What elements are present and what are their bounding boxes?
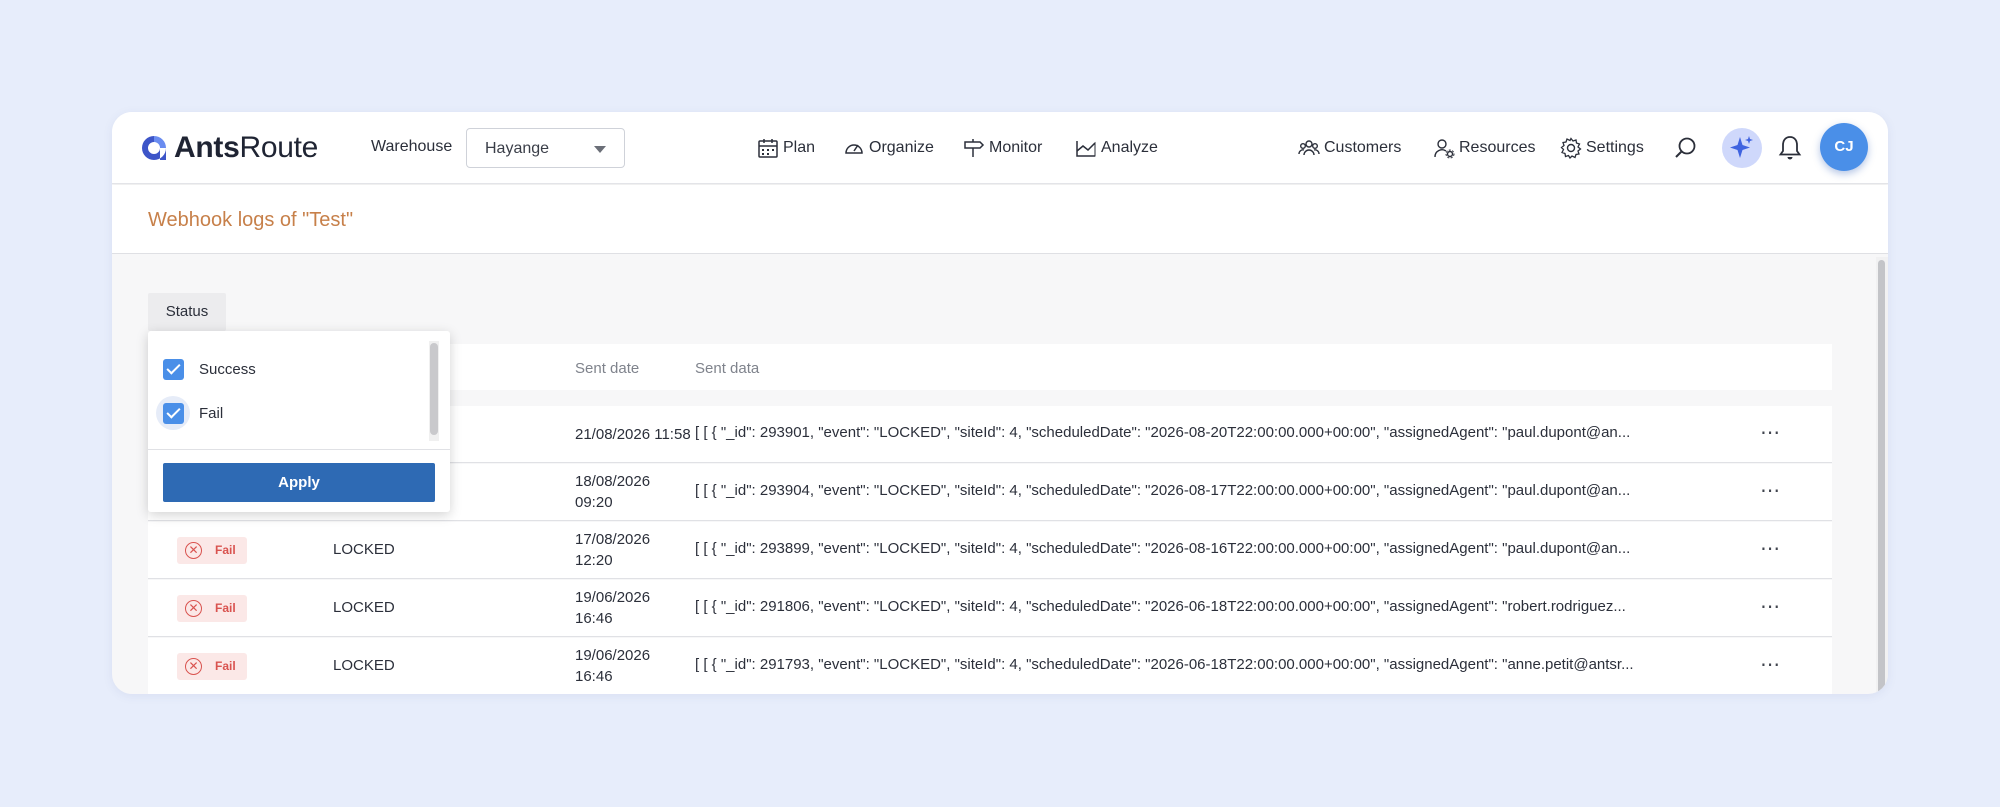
close-circle-icon: ✕ <box>185 542 202 559</box>
table-row[interactable]: ✕ Fail LOCKED 19/06/2026 16:46 [ [ { "_id… <box>148 580 1832 637</box>
status-badge-label: Fail <box>215 543 236 557</box>
antsroute-logo[interactable]: AntsRoute <box>138 130 318 166</box>
brand-name: AntsRoute <box>174 131 319 164</box>
top-navigation-bar: AntsRoute Warehouse Hayange Plan Organiz… <box>112 112 1888 184</box>
page-scrollbar[interactable] <box>1876 257 1888 694</box>
status-option-label: Success <box>199 360 256 378</box>
nav-plan[interactable]: Plan <box>757 134 815 162</box>
row-event: LOCKED <box>333 657 395 674</box>
chart-icon <box>1076 141 1096 157</box>
user-avatar[interactable]: CJ <box>1820 123 1868 171</box>
column-sent-data[interactable]: Sent data <box>695 360 759 377</box>
nav-organize-label: Organize <box>869 139 934 156</box>
status-badge-label: Fail <box>215 659 236 673</box>
search-icon <box>1675 137 1696 158</box>
row-sent-date: 18/08/2026 09:20 <box>575 473 651 511</box>
row-event: LOCKED <box>333 541 395 558</box>
page-title: Webhook logs of "Test" <box>148 209 354 231</box>
gear-icon <box>1560 137 1582 159</box>
status-option-fail[interactable]: Fail <box>156 396 224 430</box>
notifications-button[interactable] <box>1777 134 1803 162</box>
apply-button[interactable]: Apply <box>163 463 435 502</box>
row-more-button[interactable]: ⋯ <box>1760 652 1781 677</box>
table-row[interactable]: ✕ Fail LOCKED 19/06/2026 16:46 [ [ { "_id… <box>148 638 1832 694</box>
nav-resources-label: Resources <box>1459 139 1536 156</box>
nav-customers[interactable]: Customers <box>1298 134 1401 162</box>
row-sent-data: [ [ { "_id": 293901, "event": "LOCKED", … <box>695 424 1631 441</box>
status-badge: ✕ Fail <box>177 537 247 564</box>
warehouse-select[interactable]: Hayange <box>466 128 625 168</box>
row-more-button[interactable]: ⋯ <box>1760 536 1781 561</box>
row-sent-data: [ [ { "_id": 293899, "event": "LOCKED", … <box>695 540 1631 557</box>
close-circle-icon: ✕ <box>185 658 202 675</box>
signpost-icon <box>964 139 985 157</box>
bell-icon <box>1778 136 1802 160</box>
dropdown-scrollbar[interactable] <box>429 341 439 441</box>
status-option-success[interactable]: Success <box>162 357 256 381</box>
nav-organize[interactable]: Organize <box>843 134 934 162</box>
row-sent-date: 19/06/2026 16:46 <box>575 589 651 627</box>
status-option-label: Fail <box>199 404 224 422</box>
ai-assistant-button[interactable] <box>1722 128 1762 168</box>
row-event: LOCKED <box>333 599 395 616</box>
status-badge: ✕ Fail <box>177 653 247 680</box>
status-badge: ✕ Fail <box>177 595 247 622</box>
search-button[interactable] <box>1673 135 1699 161</box>
checkbox-fail[interactable] <box>156 396 190 430</box>
divider <box>148 449 450 450</box>
checkmark-icon <box>162 358 184 380</box>
resources-icon <box>1434 139 1455 159</box>
status-filter-button[interactable]: Status <box>148 293 226 331</box>
status-filter-dropdown: Success Fail Apply <box>148 331 450 512</box>
nav-resources[interactable]: Resources <box>1433 134 1535 162</box>
table-row[interactable]: ✕ Fail LOCKED 17/08/2026 12:20 [ [ { "_id… <box>148 522 1832 579</box>
page-scrollbar-thumb[interactable] <box>1878 260 1885 694</box>
status-badge-label: Fail <box>215 601 236 615</box>
row-more-button[interactable]: ⋯ <box>1760 420 1781 445</box>
warehouse-label: Warehouse <box>371 138 453 155</box>
calendar-icon <box>758 139 778 158</box>
app-window: AntsRoute Warehouse Hayange Plan Organiz… <box>112 112 1888 694</box>
gauge-icon <box>845 144 863 154</box>
nav-monitor[interactable]: Monitor <box>963 134 1042 162</box>
row-more-button[interactable]: ⋯ <box>1760 478 1781 503</box>
checkmark-icon <box>162 402 184 424</box>
nav-settings-label: Settings <box>1586 139 1644 156</box>
row-sent-data: [ [ { "_id": 291806, "event": "LOCKED", … <box>695 598 1626 615</box>
row-sent-data: [ [ { "_id": 291793, "event": "LOCKED", … <box>695 656 1634 673</box>
dropdown-scrollbar-thumb[interactable] <box>430 343 438 435</box>
page-title-bar: Webhook logs of "Test" <box>112 185 1888 254</box>
chevron-down-icon <box>594 146 606 153</box>
row-sent-date: 21/08/2026 11:58 <box>575 426 691 443</box>
logo-mark-icon <box>142 136 166 160</box>
row-more-button[interactable]: ⋯ <box>1760 594 1781 619</box>
nav-settings[interactable]: Settings <box>1560 134 1644 162</box>
customers-icon <box>1298 140 1320 156</box>
checkbox-success[interactable] <box>156 352 190 386</box>
row-sent-date: 19/06/2026 16:46 <box>575 647 651 685</box>
nav-customers-label: Customers <box>1324 139 1402 156</box>
column-sent-date[interactable]: Sent date <box>575 360 639 377</box>
row-sent-date: 17/08/2026 12:20 <box>575 531 651 569</box>
nav-monitor-label: Monitor <box>989 139 1043 156</box>
warehouse-value: Hayange <box>485 140 550 157</box>
nav-analyze-label: Analyze <box>1101 139 1158 156</box>
close-circle-icon: ✕ <box>185 600 202 617</box>
nav-plan-label: Plan <box>783 139 816 156</box>
row-sent-data: [ [ { "_id": 293904, "event": "LOCKED", … <box>695 482 1631 499</box>
nav-analyze[interactable]: Analyze <box>1075 134 1158 162</box>
sparkle-icon <box>1730 136 1753 158</box>
